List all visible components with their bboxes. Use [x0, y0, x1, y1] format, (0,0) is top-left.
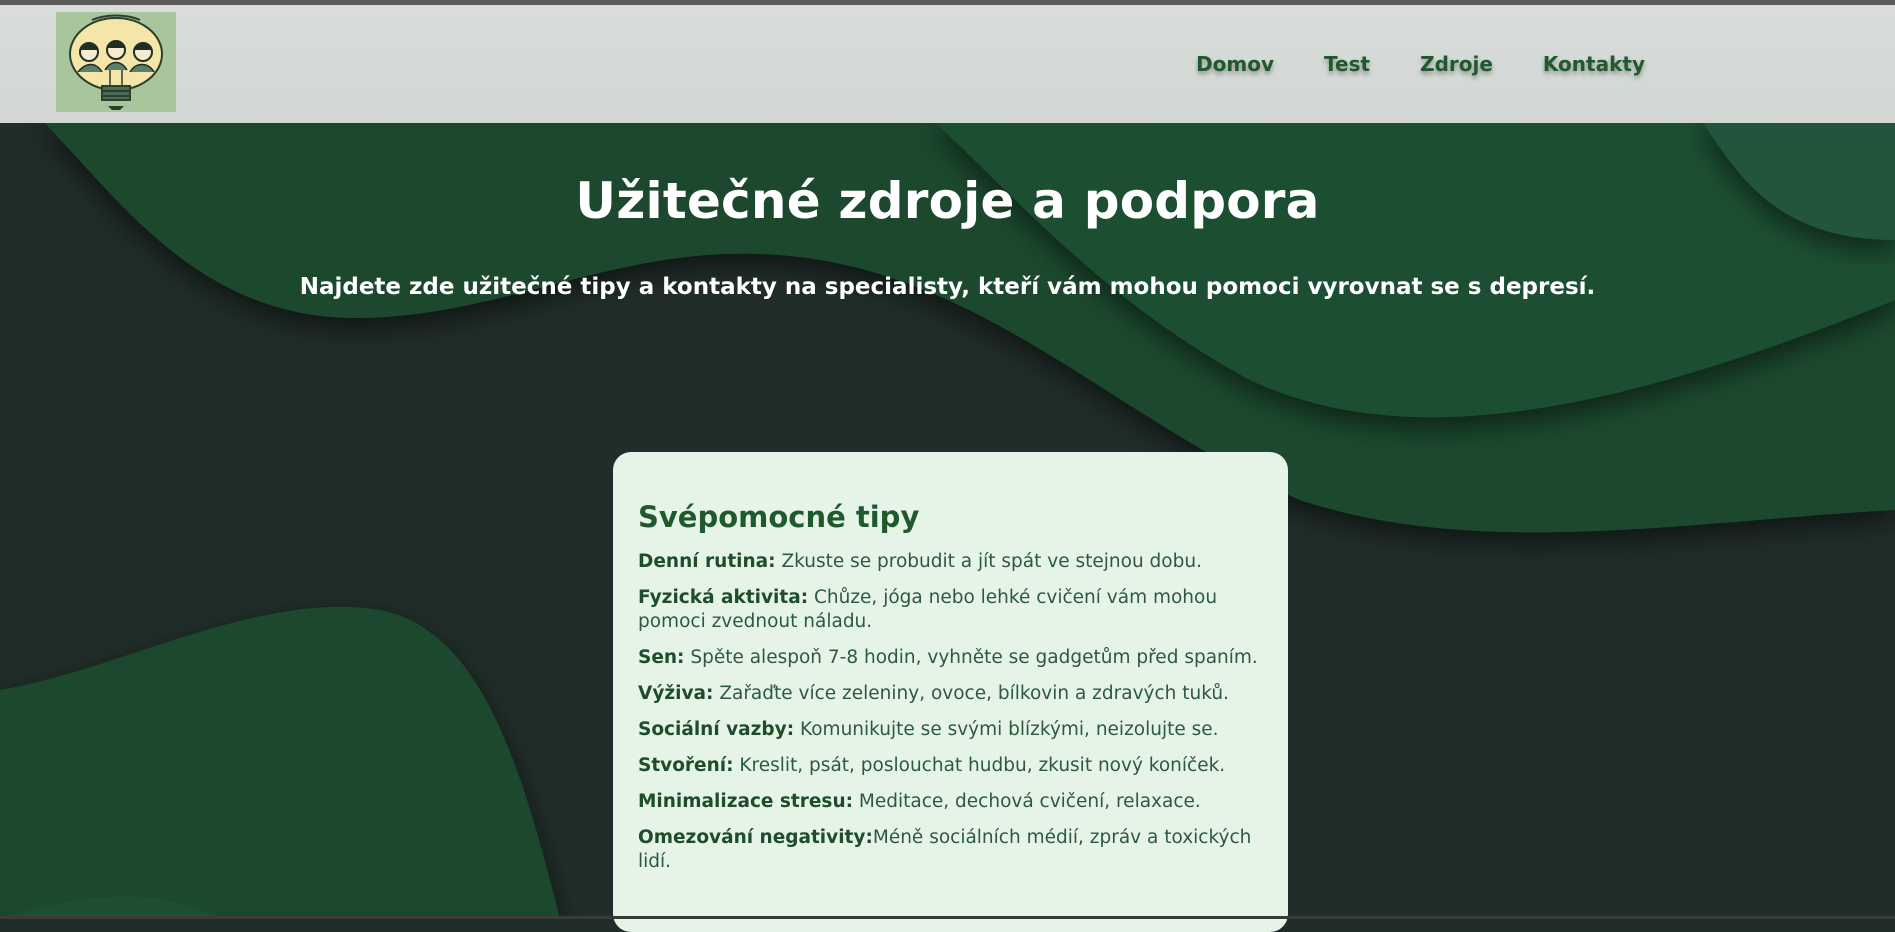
logo-lightbulb-icon[interactable]	[56, 12, 176, 112]
tip-item: Sen: Spěte alespoň 7-8 hodin, vyhněte se…	[638, 646, 1264, 670]
tip-label: Denní rutina:	[638, 551, 776, 572]
tip-label: Minimalizace stresu:	[638, 791, 854, 812]
page-subtitle: Najdete zde užitečné tipy a kontakty na …	[299, 274, 1596, 300]
nav-link-zdroje[interactable]: Zdroje	[1420, 52, 1493, 76]
hero-section: Užitečné zdroje a podpora Najdete zde už…	[0, 123, 1895, 300]
tip-item: Stvoření: Kreslit, psát, poslouchat hudb…	[638, 754, 1264, 778]
tip-label: Omezování negativity:	[638, 827, 873, 848]
nav-link-kontakty[interactable]: Kontakty	[1543, 52, 1645, 76]
page-title: Užitečné zdroje a podpora	[575, 172, 1320, 230]
tip-label: Stvoření:	[638, 755, 734, 776]
tip-label: Fyzická aktivita:	[638, 587, 809, 608]
nav-link-test[interactable]: Test	[1324, 52, 1370, 76]
tip-item: Omezování negativity:Méně sociálních méd…	[638, 826, 1264, 874]
tip-text: Zařaďte více zeleniny, ovoce, bílkovin a…	[713, 683, 1229, 704]
tip-text: Spěte alespoň 7-8 hodin, vyhněte se gadg…	[684, 647, 1258, 668]
tip-text: Kreslit, psát, poslouchat hudbu, zkusit …	[733, 755, 1226, 776]
tip-text: Meditace, dechová cvičení, relaxace.	[853, 791, 1201, 812]
card-title: Svépomocné tipy	[638, 500, 920, 534]
tip-item: Denní rutina: Zkuste se probudit a jít s…	[638, 550, 1264, 574]
main-nav: Domov Test Zdroje Kontakty	[1146, 5, 1645, 123]
window-top-border	[0, 0, 1895, 5]
tip-text: Zkuste se probudit a jít spát ve stejnou…	[775, 551, 1202, 572]
tip-label: Výživa:	[638, 683, 714, 704]
nav-link-domov[interactable]: Domov	[1196, 52, 1274, 76]
tip-item: Fyzická aktivita: Chůze, jóga nebo lehké…	[638, 586, 1264, 634]
tip-item: Minimalizace stresu: Meditace, dechová c…	[638, 790, 1264, 814]
self-help-tips-card: Svépomocné tipy Denní rutina: Zkuste se …	[613, 452, 1288, 932]
tip-label: Sen:	[638, 647, 685, 668]
tip-item: Výživa: Zařaďte více zeleniny, ovoce, bí…	[638, 682, 1264, 706]
site-header: Domov Test Zdroje Kontakty	[0, 5, 1895, 123]
tip-label: Sociální vazby:	[638, 719, 795, 740]
tip-item: Sociální vazby: Komunikujte se svými blí…	[638, 718, 1264, 742]
tip-text: Komunikujte se svými blízkými, neizolujt…	[794, 719, 1219, 740]
